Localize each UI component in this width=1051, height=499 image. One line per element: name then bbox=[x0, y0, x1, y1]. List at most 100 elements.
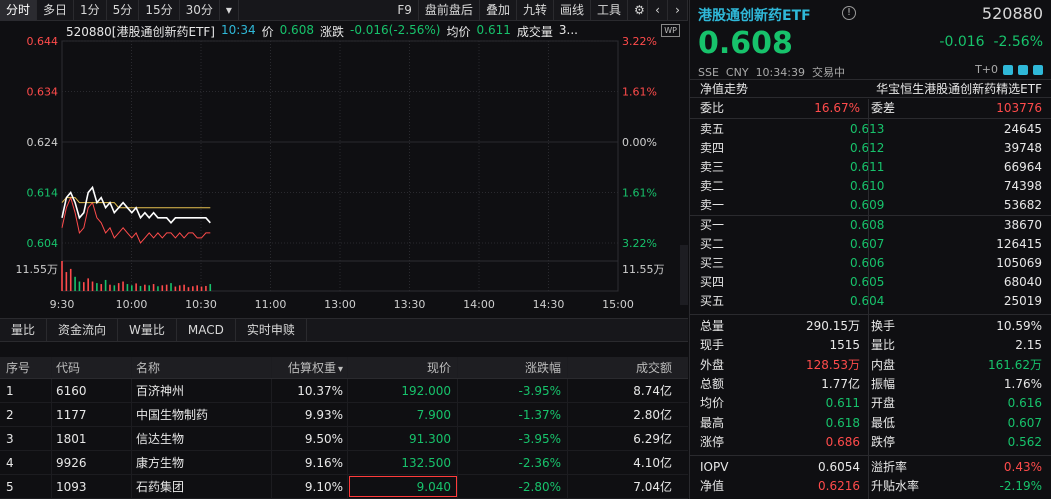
bell-icon[interactable] bbox=[1003, 64, 1013, 75]
change-percent: -2.56% bbox=[993, 34, 1043, 50]
ask-row[interactable]: 卖五0.61324645 bbox=[690, 120, 1051, 139]
tab-realtime-subscribe[interactable]: 实时申赎 bbox=[236, 319, 307, 342]
gear-icon[interactable]: ⚙ bbox=[628, 0, 648, 21]
cell-amount: 8.74亿 bbox=[633, 384, 672, 398]
intraday-chart[interactable]: 0.644 3.22% 0.634 1.61% 0.624 0.00% 0.614 1.61%… bbox=[0, 21, 688, 318]
table-row[interactable]: 4 9926 康方生物 9.16% 132.500 -2.36% 4.10亿 bbox=[0, 451, 688, 475]
table-row[interactable]: 2 1177 中国生物制药 9.93% 7.900 -1.37% 2.80亿 bbox=[0, 403, 688, 427]
ask-label: 卖四 bbox=[700, 141, 725, 155]
intraday-chart-svg[interactable]: 0.644 3.22% 0.634 1.61% 0.624 0.00% 0.614 1.61%… bbox=[0, 21, 688, 318]
tool-draw-line[interactable]: 画线 bbox=[554, 0, 591, 21]
col-header-weight[interactable]: 估算权重 ▾ bbox=[272, 357, 348, 378]
ask-row[interactable]: 卖三0.61166964 bbox=[690, 158, 1051, 177]
bid-volume: 25019 bbox=[1003, 294, 1042, 308]
divider-vertical bbox=[868, 99, 869, 499]
cell-price: 9.040 bbox=[348, 475, 458, 498]
stat-label: 量比 bbox=[871, 338, 896, 352]
stat-value: -2.19% bbox=[999, 479, 1042, 493]
tab-5min[interactable]: 5分 bbox=[107, 0, 140, 21]
cell-weight: 9.10% bbox=[272, 475, 348, 498]
divider bbox=[690, 455, 1051, 456]
bid-row[interactable]: 买四0.60568040 bbox=[690, 273, 1051, 292]
cell-change: -2.80% bbox=[458, 475, 568, 498]
col-header-price[interactable]: 现价 bbox=[348, 357, 458, 378]
tool-f9[interactable]: F9 bbox=[391, 0, 419, 21]
tab-volume-ratio[interactable]: 量比 bbox=[0, 319, 48, 342]
tool-prepost[interactable]: 盘前盘后 bbox=[419, 0, 480, 21]
tab-1min[interactable]: 1分 bbox=[74, 0, 107, 21]
stat-row: IOPV 0.6054 溢折率 0.43% bbox=[690, 458, 1051, 477]
y-tick-right: 3.22% bbox=[622, 35, 657, 48]
period-dropdown[interactable]: ▾ bbox=[220, 0, 239, 21]
y-tick-right: 1.61% bbox=[622, 187, 657, 200]
x-tick: 14:30 bbox=[533, 298, 565, 311]
weight-header-text: 估算权重 bbox=[287, 361, 336, 375]
volume-bar bbox=[205, 285, 207, 291]
ask-label: 卖一 bbox=[700, 198, 725, 212]
info-icon[interactable]: ! bbox=[842, 6, 856, 20]
x-tick: 10:00 bbox=[116, 298, 148, 311]
cell-name: 石药集团 bbox=[132, 475, 272, 498]
col-header-code[interactable]: 代码 bbox=[52, 357, 132, 378]
tab-30min[interactable]: 30分 bbox=[180, 0, 220, 21]
stat-label: 最低 bbox=[871, 416, 896, 430]
table-row[interactable]: 5 1093 石药集团 9.10% 9.040 -2.80% 7.04亿 bbox=[0, 475, 688, 499]
tab-w-volume-ratio[interactable]: W量比 bbox=[118, 319, 177, 342]
col-header-change[interactable]: 涨跌幅 bbox=[458, 357, 568, 378]
chevron-right-icon[interactable]: › bbox=[668, 0, 688, 21]
tool-tools[interactable]: 工具 bbox=[591, 0, 628, 21]
table-row[interactable]: 3 1801 信达生物 9.50% 91.300 -3.95% 6.29亿 bbox=[0, 427, 688, 451]
tab-15min[interactable]: 15分 bbox=[139, 0, 180, 21]
chart-price: 0.608 bbox=[279, 23, 314, 37]
ask-volume: 24645 bbox=[1003, 122, 1042, 136]
chart-toolbar: 分时 多日 1分 5分 15分 30分 ▾ F9 盘前盘后 叠加 九转 画线 工… bbox=[0, 0, 688, 21]
wp-badge-icon[interactable]: WP bbox=[661, 24, 680, 37]
stat-row: 均价 0.611 开盘 0.616 bbox=[690, 394, 1051, 413]
quote-panel: 港股通创新药ETF ! 520880 0.608 -0.016 -2.56% S… bbox=[689, 0, 1051, 499]
tool-overlay[interactable]: 叠加 bbox=[480, 0, 517, 21]
lock-icon[interactable] bbox=[1018, 64, 1028, 75]
x-tick: 10:30 bbox=[185, 298, 217, 311]
y-tick-right: 1.61% bbox=[622, 86, 657, 99]
volume-bar bbox=[87, 278, 89, 291]
tab-macd[interactable]: MACD bbox=[177, 319, 236, 342]
col-header-amount[interactable]: 成交额 bbox=[568, 357, 678, 378]
stat-value: 1.76% bbox=[1003, 377, 1042, 391]
chevron-left-icon[interactable]: ‹ bbox=[648, 0, 668, 21]
cell-amount: 4.10亿 bbox=[633, 456, 672, 470]
bid-volume: 105069 bbox=[996, 256, 1042, 270]
cell-change: -1.37% bbox=[458, 403, 568, 426]
fund-title[interactable]: 港股通创新药ETF bbox=[698, 5, 811, 25]
bid-row[interactable]: 买三0.606105069 bbox=[690, 254, 1051, 273]
volume-bar bbox=[139, 285, 142, 291]
tab-multiday[interactable]: 多日 bbox=[37, 0, 75, 21]
stat-label: 开盘 bbox=[871, 396, 896, 410]
table-row[interactable]: 1 6160 百济神州 10.37% 192.000 -3.95% 8.74亿 bbox=[0, 379, 688, 403]
ask-row[interactable]: 卖一0.60953682 bbox=[690, 196, 1051, 215]
menu-icon[interactable] bbox=[1033, 64, 1043, 75]
stat-value: 0.616 bbox=[1007, 396, 1042, 410]
col-header-name[interactable]: 名称 bbox=[132, 357, 272, 378]
cell-weight: 9.16% bbox=[272, 451, 348, 474]
sort-desc-icon: ▾ bbox=[337, 364, 343, 375]
bid-row[interactable]: 买一0.60838670 bbox=[690, 216, 1051, 235]
nav-trend-label[interactable]: 净值走势 bbox=[700, 80, 748, 99]
x-tick: 11:00 bbox=[255, 298, 287, 311]
tab-money-flow[interactable]: 资金流向 bbox=[47, 319, 119, 342]
volume-bar bbox=[83, 282, 85, 291]
stat-value: 0.6054 bbox=[818, 460, 860, 474]
side-collapse-handle[interactable] bbox=[680, 245, 688, 305]
col-header-seq[interactable]: 序号 bbox=[0, 357, 52, 378]
cell-price: 132.500 bbox=[348, 451, 458, 474]
volume-bar bbox=[74, 276, 76, 291]
volume-bar bbox=[122, 281, 124, 291]
ask-row[interactable]: 卖二0.61074398 bbox=[690, 177, 1051, 196]
nav-trend-bar[interactable]: 净值走势 华宝恒生港股通创新药精选ETF bbox=[690, 79, 1051, 98]
bid-row[interactable]: 买二0.607126415 bbox=[690, 235, 1051, 254]
cell-seq: 2 bbox=[0, 403, 52, 426]
bid-row[interactable]: 买五0.60425019 bbox=[690, 292, 1051, 311]
tool-nine-turn[interactable]: 九转 bbox=[517, 0, 554, 21]
volume-bar bbox=[192, 286, 194, 291]
tab-intraday[interactable]: 分时 bbox=[0, 0, 38, 21]
ask-row[interactable]: 卖四0.61239748 bbox=[690, 139, 1051, 158]
